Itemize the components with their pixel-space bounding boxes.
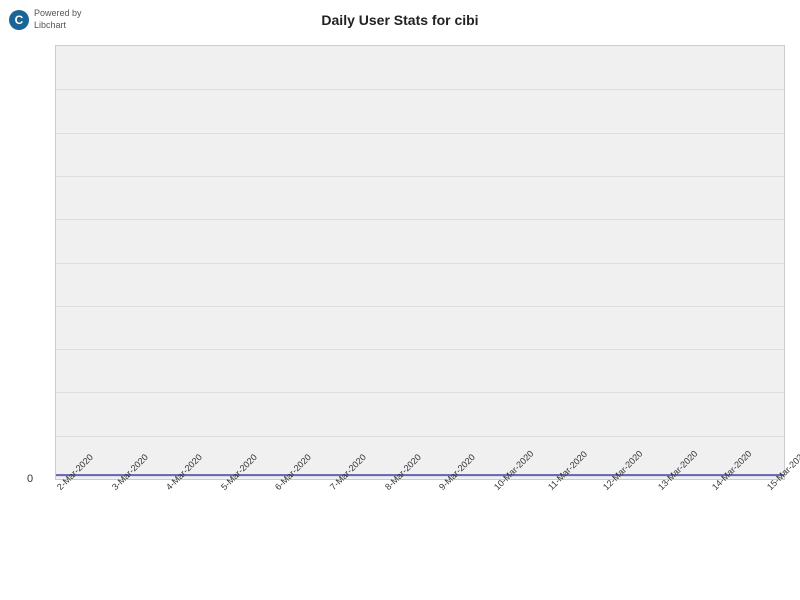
x-axis-labels: 2-Mar-2020 3-Mar-2020 4-Mar-2020 5-Mar-2… bbox=[55, 480, 785, 595]
y-axis-zero-label: 0 bbox=[27, 473, 33, 485]
data-chart-svg bbox=[56, 46, 784, 479]
chart-area bbox=[55, 45, 785, 480]
chart-title: Daily User Stats for cibi bbox=[0, 12, 800, 28]
